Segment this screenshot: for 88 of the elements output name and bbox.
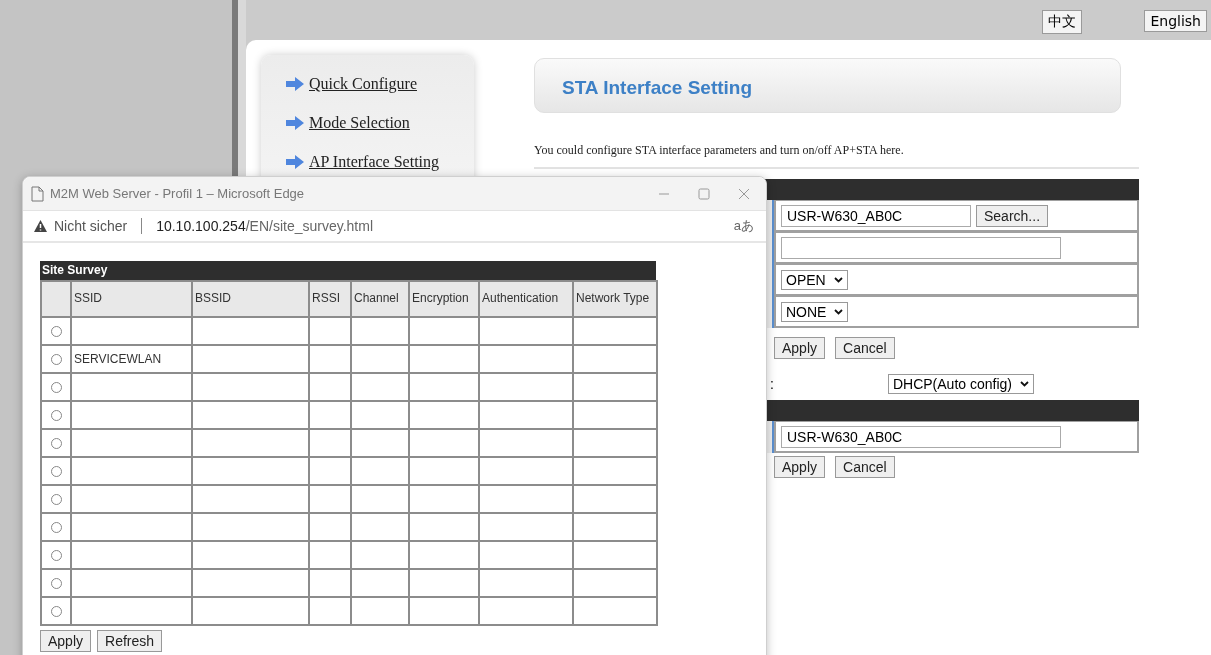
translate-button[interactable]: aあ (733, 217, 754, 235)
address-bar[interactable]: 10.10.100.254/EN/site_survey.html (156, 218, 728, 234)
table-cell (309, 541, 351, 569)
table-cell (409, 513, 479, 541)
maximize-icon[interactable] (698, 187, 710, 200)
table-cell (409, 429, 479, 457)
table-cell (351, 597, 409, 625)
page-title: STA Interface Setting (534, 58, 1121, 113)
table-cell (351, 541, 409, 569)
dropdown[interactable]: NONE (781, 301, 849, 322)
form-button[interactable]: Apply (774, 456, 826, 478)
language-button[interactable]: English (1144, 10, 1207, 32)
table-cell (309, 457, 351, 485)
radio-button[interactable] (50, 605, 62, 617)
table-cell (309, 485, 351, 513)
table-cell (309, 429, 351, 457)
table-cell (351, 569, 409, 597)
table-cell (351, 429, 409, 457)
table-cell (309, 401, 351, 429)
radio-button[interactable] (50, 465, 62, 477)
table-cell (351, 373, 409, 401)
text-field[interactable] (781, 236, 1061, 259)
column-header: Network Type (573, 281, 657, 317)
radio-button[interactable] (50, 409, 62, 421)
sidebar-link[interactable]: Mode Selection (309, 114, 410, 132)
sidebar-link[interactable]: Quick Configure (309, 75, 417, 93)
table-cell (309, 317, 351, 345)
radio-button[interactable] (50, 325, 62, 337)
arrow-icon (285, 76, 305, 92)
table-cell (309, 373, 351, 401)
column-header: Channel (351, 281, 409, 317)
radio-button[interactable] (50, 381, 62, 393)
column-header: SSID (71, 281, 192, 317)
form-button[interactable]: Refresh (97, 630, 163, 652)
table-cell (309, 345, 351, 373)
radio-button[interactable] (50, 353, 62, 365)
table-cell (409, 541, 479, 569)
table-cell (409, 569, 479, 597)
table-cell (409, 317, 479, 345)
table-cell (409, 401, 479, 429)
text-field[interactable]: USR-W630_AB0C (781, 425, 1061, 448)
page-icon (31, 185, 44, 202)
window-title: M2M Web Server - Profil 1 – Microsoft Edge (50, 186, 306, 201)
table-cell (409, 457, 479, 485)
table-cell (309, 513, 351, 541)
form-button[interactable]: Cancel (835, 456, 895, 478)
caret-icon (1020, 381, 1029, 387)
form-button[interactable]: Apply (774, 337, 826, 359)
table-cell (351, 317, 409, 345)
table-cell (409, 373, 479, 401)
arrow-icon (285, 154, 305, 170)
table-cell (409, 485, 479, 513)
table-cell (309, 597, 351, 625)
search-button[interactable]: Search... (976, 204, 1049, 227)
sidebar-link[interactable]: AP Interface Setting (309, 153, 440, 171)
radio-button[interactable] (50, 493, 62, 505)
column-header: Authentication (479, 281, 573, 317)
security-warning[interactable]: Nicht sicher (54, 218, 128, 234)
table-cell (351, 457, 409, 485)
column-header: BSSID (192, 281, 309, 317)
table-cell (309, 569, 351, 597)
form-button[interactable]: Apply (40, 630, 92, 652)
table-cell (351, 485, 409, 513)
close-icon[interactable] (738, 187, 750, 200)
form-button[interactable]: Cancel (835, 337, 895, 359)
table-cell (409, 345, 479, 373)
description-text: You could configure STA interface parameters and turn on/off AP+STA here. (534, 143, 905, 158)
label-text: : (770, 376, 774, 392)
table-cell (409, 597, 479, 625)
text-field[interactable]: USR-W630_AB0C (781, 204, 971, 227)
column-header: Encryption (409, 281, 479, 317)
column-header: RSSI (309, 281, 351, 317)
table-cell (351, 401, 409, 429)
caret-icon (834, 308, 844, 315)
radio-button[interactable] (50, 521, 62, 533)
radio-button[interactable] (50, 549, 62, 561)
table-cell (351, 513, 409, 541)
caret-icon (833, 276, 843, 283)
radio-button[interactable] (50, 437, 62, 449)
warning-icon (33, 219, 48, 233)
language-button[interactable]: 中文 (1042, 10, 1083, 34)
table-cell: SERVICEWLAN (71, 345, 192, 373)
dropdown[interactable]: OPEN (781, 269, 848, 290)
arrow-icon (285, 115, 305, 131)
radio-button[interactable] (50, 577, 62, 589)
table-cell (351, 345, 409, 373)
table-title: Site Survey (40, 261, 656, 280)
dropdown[interactable]: DHCP(Auto config) (887, 374, 1034, 394)
